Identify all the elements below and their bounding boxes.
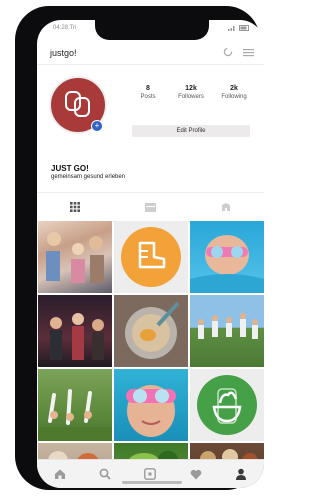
screen: 04:28 Tri justgo! + 8 Posts 12k Follower… <box>37 20 264 488</box>
cooking-bowl-photo <box>125 301 180 359</box>
notch <box>95 20 209 40</box>
stage-performers-photo <box>50 313 104 360</box>
home-icon[interactable] <box>54 468 66 480</box>
signal-icon <box>228 26 235 31</box>
salad-logo-tile <box>197 375 257 435</box>
followers-stat[interactable]: 12k Followers <box>172 85 210 100</box>
profile-bio: gemeinsam gesund erleben <box>51 174 126 180</box>
post-tile[interactable] <box>38 369 112 441</box>
justgo-logo-icon <box>65 91 90 117</box>
battery-icon <box>239 25 249 31</box>
edit-profile-button[interactable]: Edit Profile <box>132 125 250 137</box>
following-stat[interactable]: 2k Following <box>215 85 253 100</box>
add-story-icon[interactable]: + <box>91 120 103 132</box>
post-tile[interactable] <box>190 295 264 367</box>
profile-tabs <box>37 192 264 222</box>
home-indicator <box>122 481 182 484</box>
post-tile[interactable] <box>38 221 112 293</box>
post-tile[interactable] <box>114 221 188 293</box>
grid-icon[interactable] <box>69 202 80 212</box>
list-icon[interactable] <box>144 202 156 212</box>
shoe-logo-tile <box>121 227 181 287</box>
girls-dancing-photo <box>46 232 104 283</box>
spinner-icon[interactable] <box>223 47 233 57</box>
profile-name: JUST GO! <box>51 164 89 173</box>
goggles-kid-photo <box>126 385 176 437</box>
outdoor-yoga-photo <box>38 389 112 441</box>
brand-title: justgo! <box>50 48 77 58</box>
search-icon[interactable] <box>99 468 111 480</box>
top-bar: justgo! <box>37 44 264 65</box>
profile-stats: 8 Posts 12k Followers 2k Following <box>129 85 253 100</box>
post-tile[interactable] <box>38 295 112 367</box>
post-tile[interactable] <box>190 221 264 293</box>
phone-frame: 04:28 Tri justgo! + 8 Posts 12k Follower… <box>15 6 264 490</box>
post-tile[interactable] <box>114 369 188 441</box>
hamburger-icon[interactable] <box>243 48 254 57</box>
tagged-icon[interactable] <box>221 202 231 212</box>
post-grid <box>37 221 264 488</box>
add-icon[interactable] <box>144 468 157 480</box>
status-icons <box>228 25 250 31</box>
profile-header: + 8 Posts 12k Followers 2k Following Edi… <box>37 68 264 188</box>
post-tile[interactable] <box>114 295 188 367</box>
posts-stat[interactable]: 8 Posts <box>129 85 167 100</box>
heart-icon[interactable] <box>190 469 202 480</box>
status-time: 04:28 Tri <box>53 25 77 31</box>
post-tile[interactable] <box>190 369 264 441</box>
group-jumping-photo <box>198 313 258 339</box>
pool-goggles-photo <box>190 235 264 293</box>
profile-icon[interactable] <box>235 468 247 480</box>
